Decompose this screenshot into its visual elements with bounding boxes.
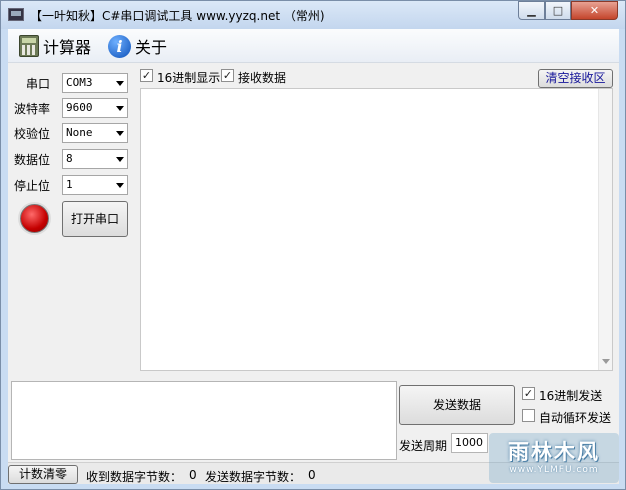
received-bytes-label: 收到数据字节数：	[86, 470, 183, 484]
menu-bar: 计算器 i 关于	[8, 29, 619, 63]
stop-bits-value: 1	[66, 178, 73, 191]
data-bits-value: 8	[66, 152, 73, 165]
port-value: COM3	[66, 76, 93, 89]
send-period-input[interactable]: 1000	[451, 433, 488, 453]
stop-bits-select[interactable]: 1	[62, 175, 128, 195]
receive-textarea[interactable]	[140, 88, 613, 371]
send-period-label: 发送周期	[399, 439, 448, 453]
menu-calculator[interactable]: 计算器	[19, 33, 91, 59]
calculator-icon	[19, 35, 39, 57]
port-label: 串口	[26, 77, 51, 91]
menu-about[interactable]: i 关于	[108, 33, 167, 59]
send-data-button[interactable]: 发送数据	[399, 385, 515, 425]
auto-loop-checkbox[interactable]	[522, 409, 535, 422]
received-bytes-count: 0	[189, 468, 197, 482]
chevron-down-icon	[116, 131, 124, 136]
chevron-down-icon	[116, 106, 124, 111]
watermark-text: 雨林木风	[508, 440, 600, 464]
minimize-button[interactable]: ▁	[518, 1, 545, 20]
app-icon	[8, 8, 24, 21]
receive-data-checkbox[interactable]: ✓	[221, 69, 234, 82]
reset-count-button[interactable]: 计数清零	[8, 465, 78, 484]
app-window: 【一叶知秋】C#串口调试工具 www.yyzq.net （常州) ▁ □ ✕ 计…	[0, 0, 626, 490]
watermark-logo: 雨林木风 www.YLMFU.com	[489, 431, 619, 486]
maximize-button[interactable]: □	[545, 1, 571, 20]
open-port-button[interactable]: 打开串口	[62, 201, 128, 237]
data-bits-select[interactable]: 8	[62, 149, 128, 169]
chevron-down-icon	[116, 157, 124, 162]
parity-select[interactable]: None	[62, 123, 128, 143]
window-title: 【一叶知秋】C#串口调试工具 www.yyzq.net （常州)	[30, 9, 325, 23]
auto-loop-label: 自动循环发送	[539, 411, 612, 425]
menu-calculator-label: 计算器	[43, 38, 92, 57]
hex-send-checkbox[interactable]: ✓	[522, 387, 535, 400]
baud-rate-label: 波特率	[14, 102, 51, 116]
sent-bytes-label: 发送数据字节数：	[205, 470, 302, 484]
chevron-down-icon	[116, 183, 124, 188]
baud-rate-select[interactable]: 9600	[62, 98, 128, 118]
hex-send-label: 16进制发送	[539, 389, 603, 403]
chevron-down-icon	[116, 81, 124, 86]
menu-about-label: 关于	[135, 38, 168, 57]
close-button[interactable]: ✕	[571, 1, 618, 20]
parity-label: 校验位	[14, 127, 51, 141]
watermark-url: www.YLMFU.com	[509, 465, 599, 475]
hex-display-checkbox[interactable]: ✓	[140, 69, 153, 82]
info-icon: i	[108, 34, 131, 58]
port-status-indicator	[20, 204, 49, 233]
parity-value: None	[66, 126, 93, 139]
hex-display-label: 16进制显示	[157, 71, 221, 85]
receive-data-label: 接收数据	[238, 71, 287, 85]
send-textarea[interactable]	[11, 381, 397, 460]
sent-bytes-count: 0	[308, 468, 316, 482]
data-bits-label: 数据位	[14, 153, 51, 167]
receive-scrollbar[interactable]	[598, 89, 612, 370]
stop-bits-label: 停止位	[14, 179, 51, 193]
port-select[interactable]: COM3	[62, 73, 128, 93]
scroll-down-icon[interactable]	[602, 359, 610, 364]
baud-rate-value: 9600	[66, 101, 93, 114]
clear-receive-button[interactable]: 清空接收区	[538, 69, 613, 88]
title-bar[interactable]: 【一叶知秋】C#串口调试工具 www.yyzq.net （常州) ▁ □ ✕	[1, 1, 625, 29]
main-panel: 计算器 i 关于 串口 COM3 波特率 9600 校验位 None 数据位 8	[8, 29, 619, 484]
